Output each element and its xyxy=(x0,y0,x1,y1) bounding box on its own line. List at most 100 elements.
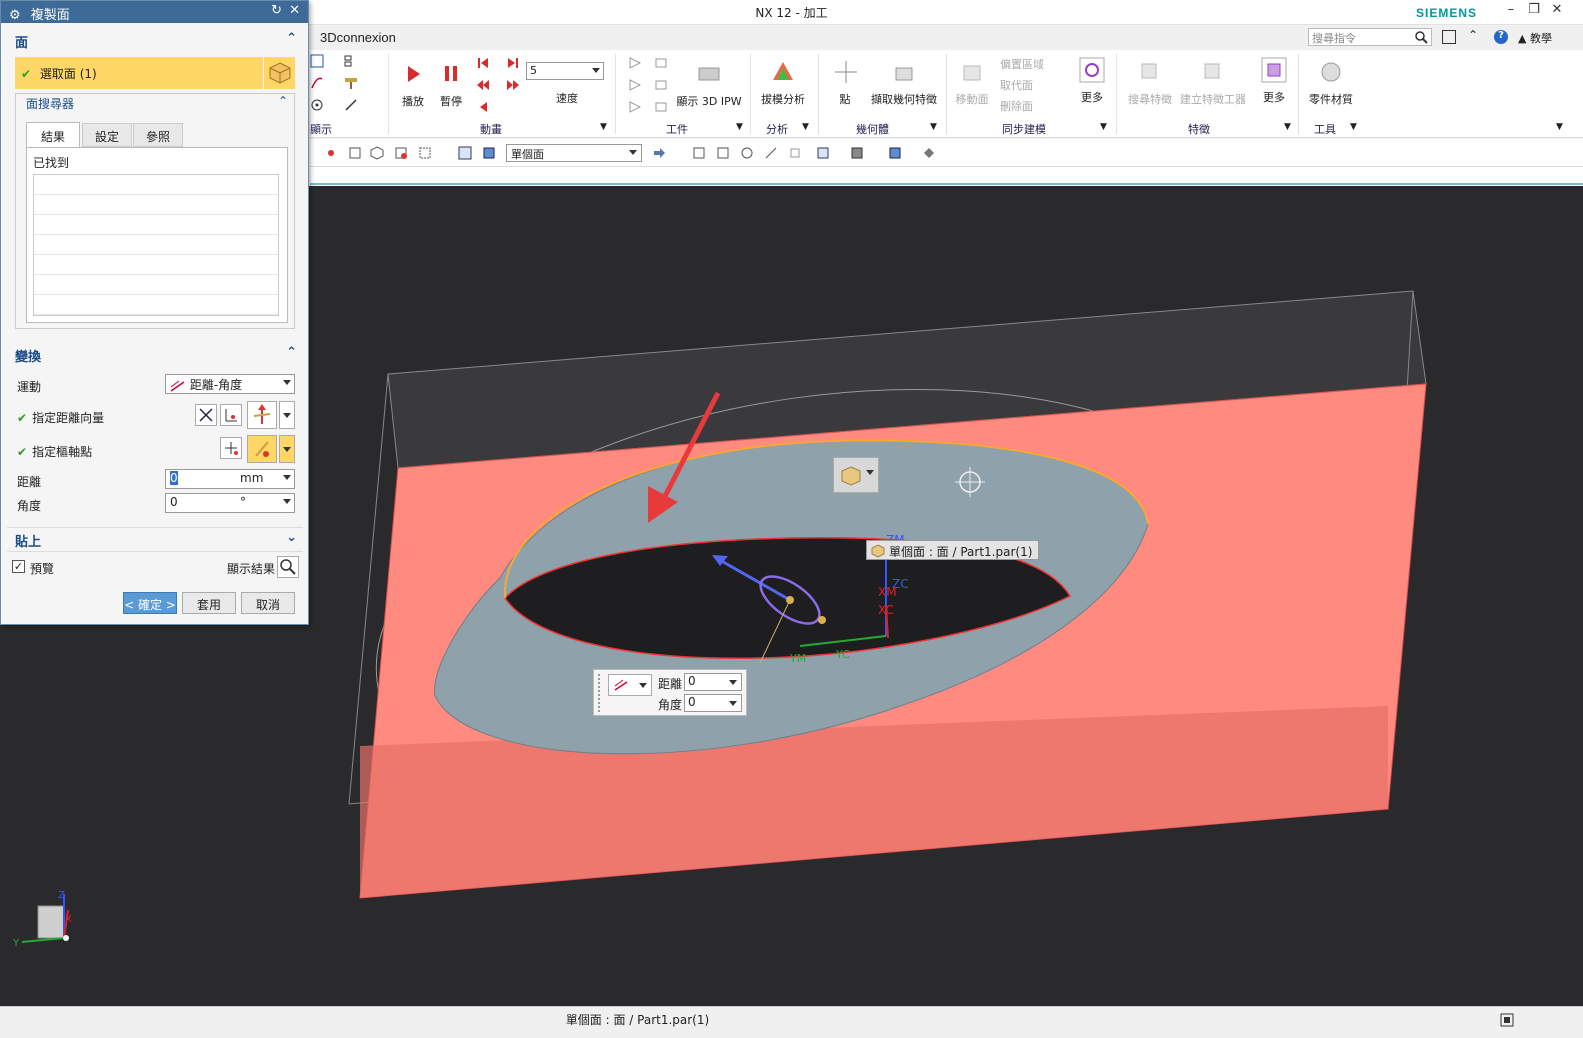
cancel-button[interactable]: 取消 xyxy=(241,592,295,614)
shaded-icon[interactable] xyxy=(888,146,902,160)
rotate-icon[interactable] xyxy=(740,146,754,160)
preview-checkbox[interactable]: ✓ xyxy=(12,560,25,573)
fullscreen-icon[interactable] xyxy=(1500,1013,1514,1027)
show-3d-ipw-button[interactable]: 顯示 3D IPW xyxy=(676,60,742,109)
line-icon[interactable] xyxy=(344,98,358,112)
rewind-icon[interactable] xyxy=(476,78,490,92)
apply-button[interactable]: 套用 xyxy=(182,592,236,614)
point-icon[interactable] xyxy=(310,98,324,112)
arrow-right-icon[interactable] xyxy=(652,146,666,160)
results-list[interactable] xyxy=(33,174,279,316)
offset-region-button[interactable]: 偏置區域 xyxy=(1000,56,1060,72)
face-select-icon[interactable] xyxy=(458,146,472,160)
fast-forward-icon[interactable] xyxy=(506,78,520,92)
speed-select[interactable]: 5 xyxy=(526,62,604,80)
tab-settings[interactable]: 設定 xyxy=(82,123,132,147)
group-expand-icon[interactable]: ▼ xyxy=(1100,122,1107,132)
more-button-2[interactable]: 更多 xyxy=(1254,56,1294,105)
select-face-button[interactable] xyxy=(263,57,295,89)
tab-results[interactable]: 結果 xyxy=(26,122,80,148)
part-material-button[interactable]: 零件材質 xyxy=(1306,58,1356,107)
inferred-vector-button[interactable] xyxy=(247,401,277,429)
tab-3dconnexion[interactable]: 3Dconnexion xyxy=(320,30,396,45)
toolpath-icon-6[interactable] xyxy=(654,100,668,114)
minibar-angle-input[interactable]: 0 xyxy=(684,694,742,712)
group-expand-icon[interactable]: ▼ xyxy=(930,122,937,132)
chevron-up-icon[interactable]: ⌃ xyxy=(278,94,288,108)
section-transform-header[interactable]: 變換 ⌃ xyxy=(7,343,303,365)
select-feature-icon[interactable] xyxy=(394,146,408,160)
group-expand-icon[interactable]: ▼ xyxy=(600,122,607,132)
play-button[interactable]: 播放 xyxy=(398,60,428,109)
group-expand-icon[interactable]: ▼ xyxy=(1350,122,1357,132)
move-face-button[interactable]: 移動面 xyxy=(954,58,990,107)
render-style-icon[interactable] xyxy=(850,146,864,160)
close-icon[interactable]: ✕ xyxy=(289,3,300,18)
view-triad-cube[interactable] xyxy=(37,905,65,939)
angle-input[interactable]: 0 ° xyxy=(165,493,295,513)
minimize-icon[interactable]: – xyxy=(1500,2,1522,22)
hammer-icon[interactable] xyxy=(344,76,358,90)
section-icon[interactable] xyxy=(922,146,936,160)
point-dialog-button[interactable] xyxy=(220,437,242,459)
rectangle-select-icon[interactable] xyxy=(418,146,432,160)
body-select-icon[interactable] xyxy=(482,146,496,160)
delete-face-button[interactable]: 刪除面 xyxy=(1000,98,1060,114)
section-paste-header[interactable]: 貼上 ⌄ xyxy=(7,527,303,550)
ok-button[interactable]: < 確定 > xyxy=(123,592,177,614)
toolpath-icon-5[interactable] xyxy=(654,78,668,92)
tab-reference[interactable]: 參照 xyxy=(133,123,183,147)
point-button[interactable]: 點 xyxy=(832,58,858,107)
search-icon[interactable] xyxy=(1414,30,1428,44)
select-face-row[interactable]: ✔ 選取面 (1) xyxy=(15,57,263,89)
dialog-title-bar[interactable]: ⚙ 複製面 ↻ ✕ xyxy=(1,1,308,23)
section-face-header[interactable]: 面 ⌃ xyxy=(7,29,303,51)
vector-options-dropdown[interactable] xyxy=(279,401,295,429)
toolpath-icon-3[interactable] xyxy=(628,100,642,114)
restore-icon[interactable]: ❐ xyxy=(1523,2,1545,22)
draft-analysis-button[interactable]: 拔模分析 xyxy=(758,58,808,107)
toolpath-icon-1[interactable] xyxy=(628,56,642,70)
zoom-icon[interactable] xyxy=(716,146,730,160)
orient-icon[interactable] xyxy=(788,146,802,160)
snap-icon[interactable] xyxy=(324,146,338,160)
vector-dialog-button[interactable] xyxy=(220,404,242,426)
close-icon[interactable]: ✕ xyxy=(1546,2,1568,22)
more-button-1[interactable]: 更多 xyxy=(1072,56,1112,105)
pause-button[interactable]: 暫停 xyxy=(436,60,466,109)
distance-input[interactable]: 0 mm xyxy=(165,469,295,489)
gear-icon[interactable]: ⚙ xyxy=(9,8,21,23)
fit-view-icon[interactable] xyxy=(692,146,706,160)
step-back-icon[interactable] xyxy=(476,56,490,70)
hexagon-icon[interactable] xyxy=(370,146,384,160)
filter-icon[interactable] xyxy=(348,146,362,160)
motion-select[interactable]: 距離-角度 xyxy=(165,374,295,394)
minibar-distance-input[interactable]: 0 xyxy=(684,673,742,691)
point-options-dropdown[interactable] xyxy=(279,435,295,463)
show-result-button[interactable] xyxy=(277,556,299,578)
reverse-icon[interactable] xyxy=(476,100,490,114)
group-expand-icon[interactable]: ▼ xyxy=(1284,122,1291,132)
reset-icon[interactable]: ↻ xyxy=(271,3,282,18)
toolpath-icon-4[interactable] xyxy=(654,56,668,70)
drag-handle[interactable] xyxy=(598,674,601,712)
group-expand-icon[interactable]: ▼ xyxy=(802,122,809,132)
face-select-popup[interactable] xyxy=(833,457,879,493)
create-feature-tool-button[interactable]: 建立特徵工器 xyxy=(1178,58,1248,107)
help-icon[interactable]: ? xyxy=(1494,30,1508,44)
pan-icon[interactable] xyxy=(764,146,778,160)
window-icon[interactable] xyxy=(1442,30,1456,44)
layer-icon[interactable] xyxy=(344,54,358,68)
group-expand-icon[interactable]: ▼ xyxy=(736,122,743,132)
inferred-point-button[interactable] xyxy=(247,435,277,463)
view-icon[interactable] xyxy=(310,54,324,68)
face-rule-select[interactable]: 單個面 xyxy=(506,144,642,162)
collapse-ribbon-icon[interactable]: ⌃ xyxy=(1468,28,1478,42)
motion-type-select[interactable] xyxy=(608,674,652,696)
reverse-direction-button[interactable] xyxy=(195,404,217,426)
search-feature-button[interactable]: 搜尋特徵 xyxy=(1124,58,1176,107)
step-forward-icon[interactable] xyxy=(506,56,520,70)
section-finder-header[interactable]: 面搜尋器 xyxy=(26,95,74,112)
toolpath-icon-2[interactable] xyxy=(628,78,642,92)
extract-geometry-button[interactable]: 擷取幾何特徵 xyxy=(866,58,942,107)
